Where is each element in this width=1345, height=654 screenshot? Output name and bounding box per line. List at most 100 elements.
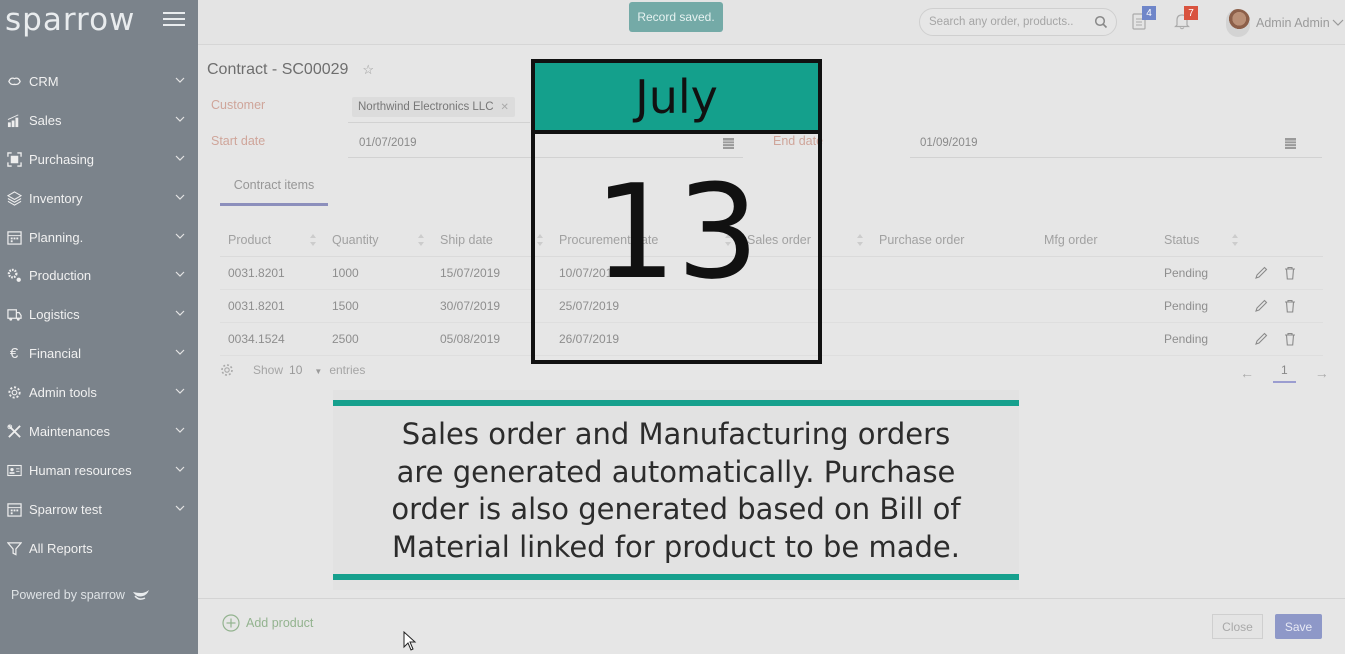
chevron-down-icon[interactable] <box>175 114 185 124</box>
sort-icon[interactable] <box>310 234 316 246</box>
sidebar-item-admin-tools[interactable]: Admin tools <box>0 373 198 412</box>
page-1-button[interactable]: 1 <box>1273 363 1296 383</box>
chevron-down-icon[interactable] <box>175 192 185 202</box>
start-date-input[interactable]: 01/07/2019 <box>359 137 417 149</box>
edit-pencil-icon[interactable] <box>1254 332 1268 346</box>
save-button[interactable]: Save <box>1275 614 1322 639</box>
sidebar-item-human-resources[interactable]: Human resources <box>0 451 198 490</box>
next-page-arrow-icon[interactable]: → <box>1315 365 1329 381</box>
trash-icon[interactable] <box>1284 299 1296 313</box>
start-date-label: Start date <box>211 134 266 148</box>
chevron-down-icon[interactable] <box>175 425 185 435</box>
chevron-down-icon[interactable] <box>175 269 185 279</box>
sidebar-item-maintenances[interactable]: Maintenances <box>0 412 198 451</box>
sidebar-item-label: Sales <box>29 112 62 128</box>
tab-contract-items[interactable]: Contract items <box>220 176 328 206</box>
col-status[interactable]: Status <box>1156 224 1246 257</box>
page-size-select[interactable]: 10 ▼ <box>289 363 322 377</box>
record-saved-toast: Record saved. <box>629 2 723 32</box>
sort-icon[interactable] <box>418 234 424 246</box>
chevron-down-icon <box>1332 19 1344 26</box>
sidebar-item-label: Inventory <box>29 190 83 206</box>
close-button[interactable]: Close <box>1212 614 1263 639</box>
page-title: Contract - SC00029 ☆ <box>207 61 374 79</box>
cell-product[interactable]: 0031.8201 <box>220 256 324 290</box>
col-mfg-order: Mfg order <box>1036 224 1156 257</box>
search-input[interactable] <box>929 16 1089 28</box>
app-logo[interactable]: sparrow <box>5 2 135 38</box>
remove-customer-icon[interactable]: ✕ <box>501 102 509 113</box>
caption-line: order is also generated based on Bill of <box>391 492 961 526</box>
sidebar-item-planning[interactable]: Planning. <box>0 218 198 257</box>
end-date-underline <box>910 157 1322 158</box>
chevron-down-icon[interactable] <box>175 75 185 85</box>
calendar-day: 13 <box>593 156 760 308</box>
favorite-star-icon[interactable]: ☆ <box>362 62 374 78</box>
notifications-button[interactable]: 7 <box>1174 6 1198 30</box>
sidebar-item-inventory[interactable]: Inventory <box>0 179 198 218</box>
cell-status: Pending <box>1156 289 1246 323</box>
customer-underline <box>348 122 530 123</box>
col-quantity[interactable]: Quantity <box>324 224 432 257</box>
sidebar: sparrow CRM Sales Purchasing Inventory Plann… <box>0 0 198 654</box>
settings-gear-icon[interactable] <box>220 363 234 377</box>
sparrow-bird-icon <box>132 590 149 600</box>
footer-divider <box>198 598 1345 599</box>
cell-quantity: 1500 <box>324 289 432 323</box>
end-date-input[interactable]: 01/09/2019 <box>920 137 978 149</box>
trash-icon[interactable] <box>1284 332 1296 346</box>
chevron-down-icon[interactable] <box>175 231 185 241</box>
col-actions <box>1246 224 1323 257</box>
global-search[interactable] <box>919 8 1117 36</box>
edit-pencil-icon[interactable] <box>1254 299 1268 313</box>
notifications-badge: 7 <box>1184 6 1198 20</box>
end-date-calendar-icon[interactable] <box>1285 137 1296 149</box>
chevron-down-icon[interactable] <box>175 308 185 318</box>
sidebar-item-crm[interactable]: CRM <box>0 62 198 101</box>
sidebar-item-logistics[interactable]: Logistics <box>0 295 198 334</box>
scan-box-icon <box>6 151 22 167</box>
topbar: Record saved. 4 7 Admin Admin <box>198 0 1345 45</box>
prev-page-arrow-icon[interactable]: ← <box>1240 365 1254 381</box>
row-actions <box>1246 322 1323 356</box>
calendar-month: July <box>531 59 822 134</box>
tools-icon <box>6 423 22 439</box>
sort-icon[interactable] <box>1232 234 1238 246</box>
sidebar-item-sales[interactable]: Sales <box>0 101 198 140</box>
chevron-down-icon[interactable] <box>175 464 185 474</box>
chevron-down-icon[interactable] <box>175 347 185 357</box>
customer-chip[interactable]: Northwind Electronics LLC ✕ <box>352 97 515 117</box>
sidebar-item-financial[interactable]: € Financial <box>0 334 198 373</box>
sidebar-item-label: CRM <box>29 73 59 89</box>
sidebar-item-purchasing[interactable]: Purchasing <box>0 140 198 179</box>
sidebar-item-production[interactable]: Production <box>0 256 198 295</box>
caption-top-bar <box>333 400 1019 406</box>
cell-product[interactable]: 0031.8201 <box>220 289 324 323</box>
sort-icon[interactable] <box>857 234 863 246</box>
row-actions <box>1246 289 1323 323</box>
col-product[interactable]: Product <box>220 224 324 257</box>
cell-product[interactable]: 0034.1524 <box>220 322 324 356</box>
plus-circle-icon <box>222 614 240 632</box>
sidebar-item-label: Human resources <box>29 462 132 478</box>
sidebar-item-all-reports[interactable]: All Reports <box>0 529 198 568</box>
chevron-down-icon[interactable] <box>175 503 185 513</box>
cell-mfg-order <box>1036 256 1156 290</box>
truck-icon <box>6 307 22 323</box>
sidebar-item-label: Maintenances <box>29 423 110 439</box>
sidebar-item-label: Purchasing <box>29 151 95 167</box>
cell-purchase-order <box>871 256 1036 290</box>
chevron-down-icon[interactable] <box>175 153 185 163</box>
table-length-control: Show 10 ▼ entries <box>220 363 365 377</box>
sidebar-item-sparrow-test[interactable]: Sparrow test <box>0 490 198 529</box>
tasks-button[interactable]: 4 <box>1132 6 1156 30</box>
edit-pencil-icon[interactable] <box>1254 266 1268 280</box>
user-menu[interactable]: Admin Admin <box>1226 9 1344 37</box>
trash-icon[interactable] <box>1284 266 1296 280</box>
add-product-button[interactable]: Add product <box>222 614 313 632</box>
caption-line: are generated automatically. Purchase <box>396 454 956 489</box>
search-icon[interactable] <box>1094 15 1108 29</box>
chevron-down-icon[interactable] <box>175 386 185 396</box>
menu-toggle-icon[interactable] <box>163 12 185 26</box>
user-name: Admin Admin <box>1256 16 1330 30</box>
